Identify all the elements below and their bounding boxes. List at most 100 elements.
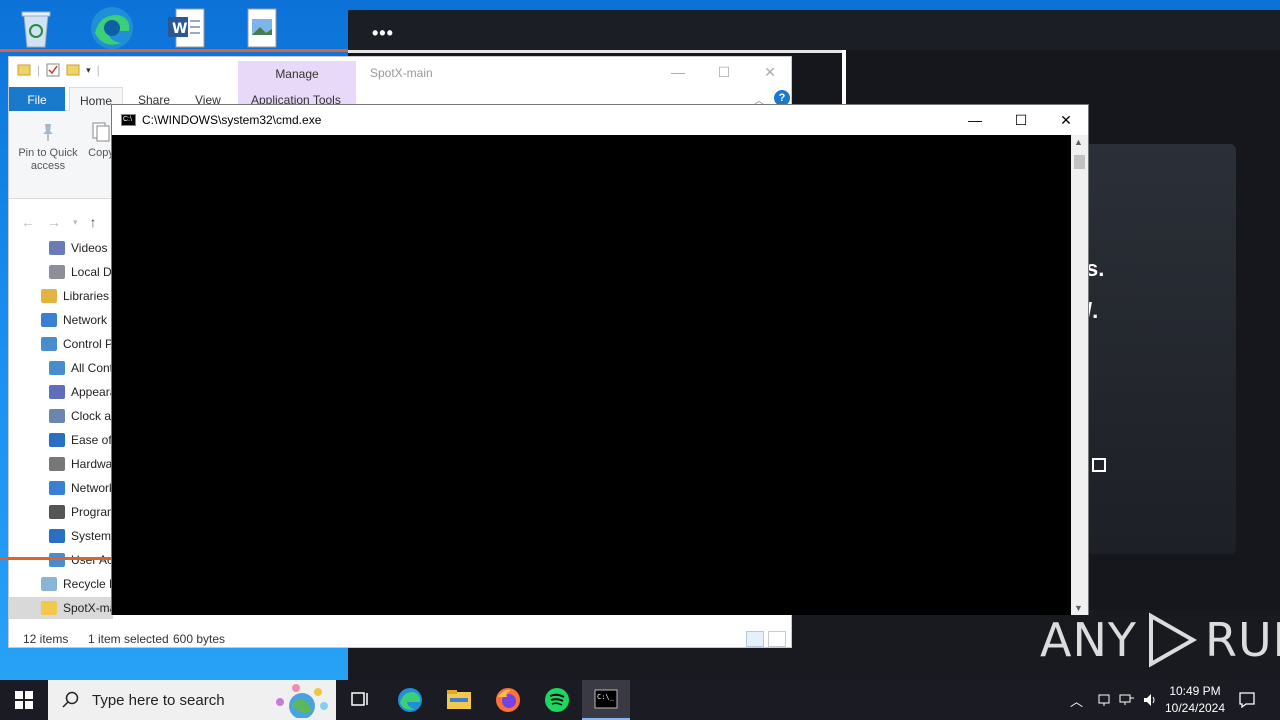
tree-item-label: Ease of A [71,433,113,447]
watermark-right-text: RUN [1204,613,1280,667]
pin-label: Pin to Quick access [18,147,78,172]
tree-item-label: Network [63,313,108,327]
tree-item[interactable]: Libraries [9,285,113,307]
recycle-bin-icon[interactable] [12,6,60,50]
folder-icon [17,64,31,76]
selection-size: 600 bytes [173,632,226,646]
search-placeholder: Type here to search [92,691,225,709]
tree-item[interactable]: Appeara [9,381,113,403]
taskbar-clock[interactable]: 10:49 PM 10/24/2024 [1160,683,1230,717]
tree-item-label: Videos [71,241,108,255]
tree-item-icon [41,337,57,351]
scroll-up-icon[interactable]: ▲ [1074,137,1083,147]
task-view-button[interactable] [336,680,384,720]
tree-item[interactable]: Network [9,477,113,499]
search-highlight-icon [276,684,328,718]
external-link-icon[interactable] [1092,458,1106,472]
notification-icon [1239,692,1255,709]
explorer-titlebar: | ▾ | Manage SpotX-main — ☐ ✕ [9,57,793,115]
tree-item-icon [49,265,65,279]
navigation-bar: ← → ▾ ↑ [9,209,119,235]
large-icons-view-button[interactable] [768,631,786,647]
new-folder-icon[interactable] [66,63,80,77]
tree-item-icon [49,529,65,543]
explorer-minimize-button[interactable]: — [655,57,701,87]
cmd-close-button[interactable]: ✕ [1043,105,1089,135]
svg-text:W: W [172,21,187,37]
taskbar-spotify-button[interactable] [533,680,581,720]
explorer-maximize-button[interactable]: ☐ [701,57,747,87]
tree-item[interactable]: Local Di [9,261,113,283]
tree-item-icon [49,361,65,375]
tree-item[interactable]: Clock ar [9,405,113,427]
details-view-button[interactable] [746,631,764,647]
tree-item-label: SpotX-ma [63,601,113,615]
taskbar-cmd-button[interactable]: C:\_ [582,680,630,720]
folder-icon [447,690,471,709]
taskbar-firefox-button[interactable] [484,680,532,720]
anyrun-watermark: ANY RUN [1040,610,1280,670]
back-icon[interactable]: ← [21,214,35,230]
forward-icon[interactable]: → [47,214,61,230]
tree-item-label: System a [71,529,113,543]
tree-item-label: Network [71,481,113,495]
console-output[interactable] [112,135,1072,615]
tree-item[interactable]: Videos [9,237,113,259]
background-topbar [348,10,1280,50]
edge-icon [398,688,422,712]
cmd-window-title: C:\WINDOWS\system32\cmd.exe [142,113,322,127]
status-bar: 12 items 1 item selected 600 bytes [9,629,791,649]
more-options-icon[interactable]: ••• [372,24,394,42]
tree-item-label: Clock ar [71,409,113,423]
word-document-icon[interactable]: W [162,6,210,50]
image-file-icon[interactable] [238,6,286,50]
taskbar-search-box[interactable]: Type here to search [48,680,336,720]
show-hidden-icons-button[interactable]: ︿ [1070,680,1083,720]
tree-item[interactable]: Program [9,501,113,523]
selection-info: 1 item selected [88,632,169,646]
tab-file[interactable]: File [9,87,65,111]
tree-item[interactable]: Hardwa [9,453,113,475]
task-view-icon [351,692,368,706]
pin-icon [43,124,53,141]
edge-desktop-icon[interactable] [88,6,136,50]
explorer-close-button[interactable]: ✕ [747,57,793,87]
tree-item[interactable]: Recycle B [9,573,113,595]
tree-item-icon [49,385,65,399]
taskbar-edge-button[interactable] [386,680,434,720]
cmd-minimize-button[interactable]: — [952,105,998,135]
volume-icon[interactable] [1142,680,1158,720]
up-icon[interactable]: ↑ [90,214,97,230]
explorer-window-title: SpotX-main [370,66,433,80]
notifications-button[interactable] [1238,680,1256,720]
tree-item-label: All Cont [71,361,113,375]
scroll-thumb[interactable] [1074,155,1085,169]
tree-item[interactable]: Control P [9,333,113,355]
tree-item-label: User Acc [71,553,113,567]
network-icon[interactable] [1096,680,1112,720]
quick-access-toolbar: | ▾ | [17,63,100,77]
copy-icon [92,122,110,142]
properties-icon[interactable] [46,63,60,77]
start-button[interactable] [0,680,48,720]
tree-item-icon [49,457,65,471]
cmd-maximize-button[interactable]: ☐ [998,105,1044,135]
recent-locations-icon[interactable]: ▾ [73,217,78,228]
tree-item[interactable]: System a [9,525,113,547]
clock-time: 10:49 PM [1169,684,1221,698]
tree-item-label: Local Di [71,265,113,279]
tree-item[interactable]: User Acc [9,549,113,571]
tree-item-icon [49,409,65,423]
tree-item[interactable]: Ease of A [9,429,113,451]
firefox-icon [496,688,520,712]
tree-item[interactable]: Network [9,309,113,331]
tree-item-label: Control P [63,337,113,351]
tree-item[interactable]: All Cont [9,357,113,379]
pin-to-quick-access-button[interactable]: Pin to Quick access [15,121,81,173]
tree-item[interactable]: SpotX-ma [9,597,113,619]
taskbar-file-explorer-button[interactable] [435,680,483,720]
customize-qat-icon[interactable]: ▾ [86,65,91,76]
tree-item-label: Appeara [71,385,113,399]
cmd-scrollbar[interactable]: ▲ ▼ [1071,135,1088,615]
display-icon[interactable] [1119,680,1135,720]
